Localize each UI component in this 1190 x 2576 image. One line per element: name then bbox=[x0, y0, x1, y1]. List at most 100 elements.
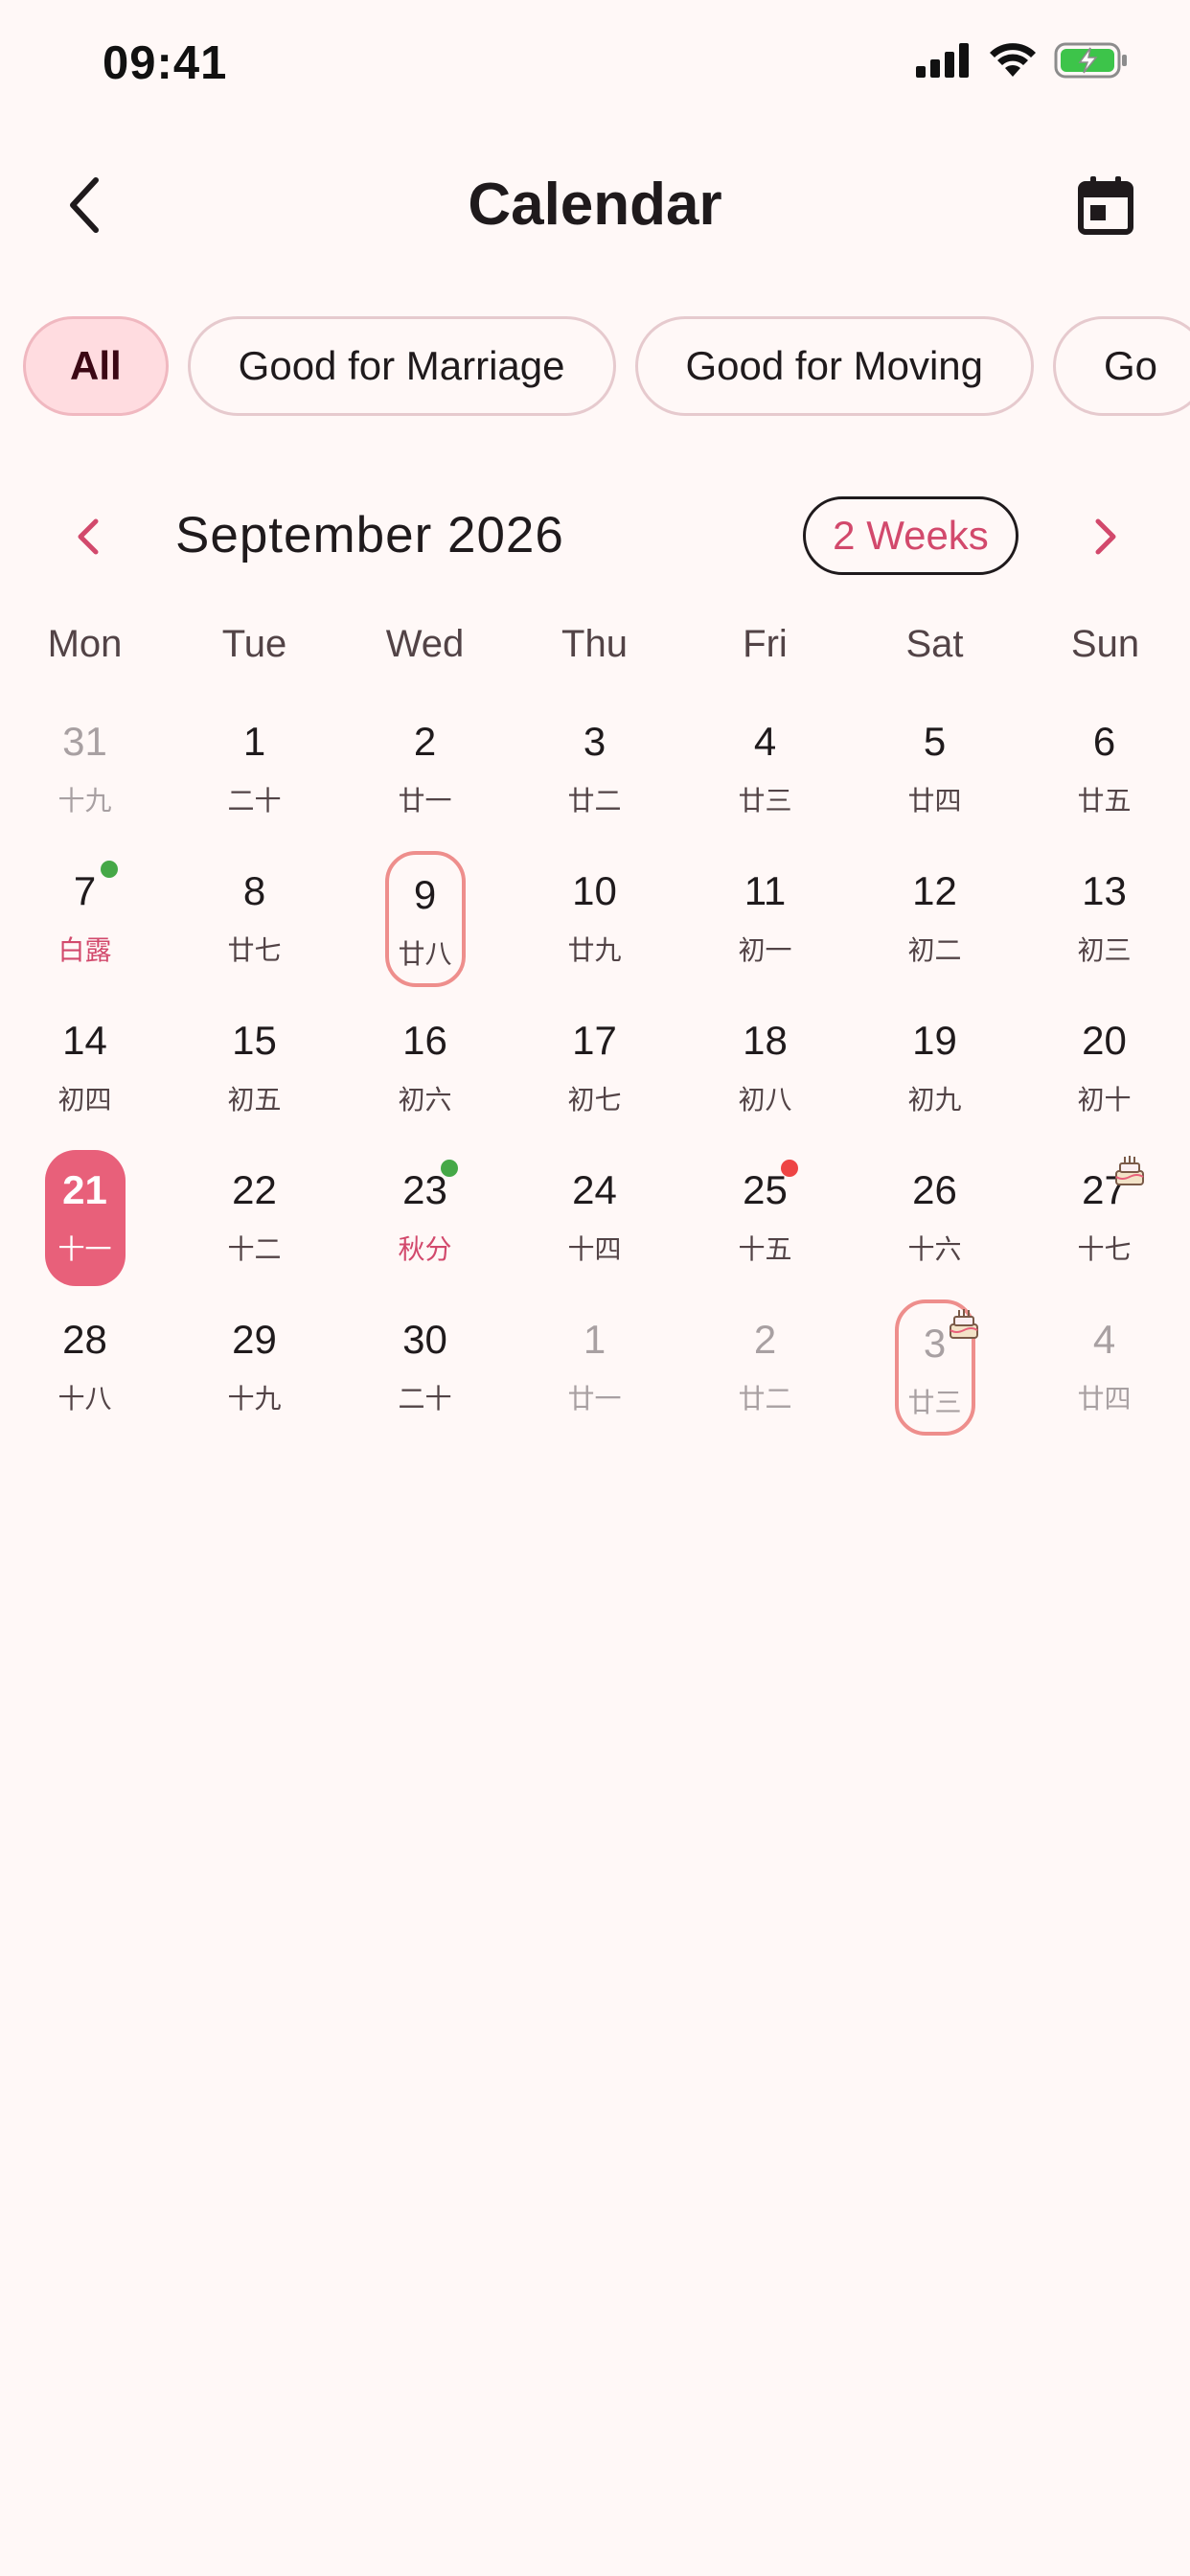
lunar-date: 初五 bbox=[227, 1085, 282, 1115]
day-number: 9 bbox=[413, 872, 437, 917]
calendar-day[interactable]: 3 廿二 bbox=[510, 680, 679, 830]
day-number: 8 bbox=[242, 868, 266, 913]
next-month-button[interactable] bbox=[1071, 502, 1140, 571]
calendar-day[interactable]: 13 初三 bbox=[1019, 830, 1189, 979]
lunar-date: 廿八 bbox=[398, 939, 452, 969]
calendar-day[interactable]: 2 廿二 bbox=[680, 1278, 850, 1428]
calendar-day[interactable]: 20 初十 bbox=[1019, 979, 1189, 1129]
lunar-date: 廿一 bbox=[567, 1384, 622, 1414]
calendar-day[interactable]: 23 秋分 bbox=[340, 1129, 510, 1278]
calendar-day[interactable]: 1 二十 bbox=[170, 680, 339, 830]
weekday-header: Mon Tue Wed Thu Fri Sat Sun bbox=[0, 623, 1190, 680]
calendar-day[interactable]: 10 廿九 bbox=[510, 830, 679, 979]
filter-chip-all[interactable]: All bbox=[23, 316, 169, 416]
calendar-today-button[interactable] bbox=[1067, 167, 1144, 243]
day-cell-frame: 11 初一 bbox=[725, 851, 806, 987]
event-dot-green bbox=[100, 861, 118, 878]
day-number: 3 bbox=[583, 719, 606, 764]
filter-chip-good-for-moving[interactable]: Good for Moving bbox=[634, 316, 1034, 416]
calendar-day[interactable]: 19 初九 bbox=[850, 979, 1019, 1129]
day-cell-frame: 13 初三 bbox=[1064, 851, 1145, 987]
day-number: 28 bbox=[62, 1317, 107, 1362]
calendar-day[interactable]: 30 二十 bbox=[340, 1278, 510, 1428]
lunar-date: 廿三 bbox=[907, 1388, 962, 1417]
lunar-date: 二十 bbox=[398, 1384, 452, 1414]
birthday-cake-icon bbox=[1112, 1154, 1147, 1188]
calendar-day[interactable]: 18 初八 bbox=[680, 979, 850, 1129]
lunar-date: 初六 bbox=[398, 1085, 452, 1115]
lunar-date: 廿二 bbox=[738, 1384, 792, 1414]
calendar-day[interactable]: 1 廿一 bbox=[510, 1278, 679, 1428]
calendar-day[interactable]: 7 白露 bbox=[0, 830, 170, 979]
calendar-day[interactable]: 29 十九 bbox=[170, 1278, 339, 1428]
calendar-day[interactable]: 11 初一 bbox=[680, 830, 850, 979]
lunar-date: 初二 bbox=[907, 935, 962, 965]
day-cell-frame: 28 十八 bbox=[45, 1300, 126, 1436]
lunar-date: 廿九 bbox=[567, 935, 622, 965]
day-cell-frame: 2 廿二 bbox=[725, 1300, 806, 1436]
day-cell-frame: 14 初四 bbox=[45, 1000, 126, 1137]
day-cell-frame: 8 廿七 bbox=[215, 851, 295, 987]
day-cell-frame: 23 秋分 bbox=[385, 1150, 466, 1286]
day-number: 29 bbox=[232, 1317, 277, 1362]
calendar-day[interactable]: 27 十七 bbox=[1019, 1129, 1189, 1278]
day-cell-frame: 27 十七 bbox=[1064, 1150, 1145, 1286]
previous-month-button[interactable] bbox=[54, 502, 123, 571]
calendar-day[interactable]: 24 十四 bbox=[510, 1129, 679, 1278]
filter-chip-good-for-marriage[interactable]: Good for Marriage bbox=[187, 316, 616, 416]
status-bar: 09:41 bbox=[0, 0, 1190, 134]
weekday-label: Wed bbox=[385, 623, 465, 665]
calendar-day[interactable]: 4 廿四 bbox=[1019, 1278, 1189, 1428]
calendar-day[interactable]: 2 廿一 bbox=[340, 680, 510, 830]
solar-term-label: 秋分 bbox=[398, 1234, 452, 1264]
day-cell-frame: 24 十四 bbox=[555, 1150, 635, 1286]
calendar-day[interactable]: 3 廿三 bbox=[850, 1278, 1019, 1436]
calendar-day[interactable]: 15 初五 bbox=[170, 979, 339, 1129]
calendar-day[interactable]: 4 廿三 bbox=[680, 680, 850, 830]
calendar-day[interactable]: 9 廿八 bbox=[340, 830, 510, 987]
day-cell-frame: 6 廿五 bbox=[1064, 702, 1145, 838]
calendar-day[interactable]: 17 初七 bbox=[510, 979, 679, 1129]
lunar-date: 初七 bbox=[567, 1085, 622, 1115]
view-range-toggle[interactable]: 2 Weeks bbox=[803, 496, 1018, 575]
day-cell-frame: 12 初二 bbox=[895, 851, 975, 987]
calendar-day[interactable]: 6 廿五 bbox=[1019, 680, 1189, 830]
lunar-date: 初十 bbox=[1077, 1085, 1132, 1115]
calendar-icon bbox=[1078, 176, 1133, 235]
weekday-label: Thu bbox=[561, 623, 628, 665]
day-number: 12 bbox=[912, 868, 957, 913]
lunar-date: 廿五 bbox=[1077, 786, 1132, 816]
calendar-day[interactable]: 31 十九 bbox=[0, 680, 170, 830]
day-cell-frame: 5 廿四 bbox=[895, 702, 975, 838]
calendar-day[interactable]: 5 廿四 bbox=[850, 680, 1019, 830]
weekday-label: Sun bbox=[1070, 623, 1140, 665]
day-cell-frame: 2 廿一 bbox=[385, 702, 466, 838]
month-navigation: September 2026 2 Weeks bbox=[0, 489, 1190, 585]
battery-charging-icon bbox=[1054, 42, 1127, 79]
filter-chip-truncated[interactable]: Go bbox=[1053, 316, 1190, 416]
calendar-day[interactable]: 26 十六 bbox=[850, 1129, 1019, 1278]
calendar-day-today[interactable]: 21 十一 bbox=[0, 1129, 170, 1286]
calendar-day[interactable]: 8 廿七 bbox=[170, 830, 339, 979]
lunar-date: 初三 bbox=[1077, 935, 1132, 965]
calendar-day[interactable]: 16 初六 bbox=[340, 979, 510, 1129]
day-cell-frame: 7 白露 bbox=[45, 851, 126, 987]
day-number: 15 bbox=[232, 1018, 277, 1063]
calendar-day[interactable]: 14 初四 bbox=[0, 979, 170, 1129]
calendar-day[interactable]: 25 十五 bbox=[680, 1129, 850, 1278]
lunar-date: 廿一 bbox=[398, 786, 452, 816]
day-cell-frame: 21 十一 bbox=[44, 1150, 126, 1286]
day-cell-frame: 10 廿九 bbox=[555, 851, 635, 987]
calendar-day[interactable]: 12 初二 bbox=[850, 830, 1019, 979]
calendar-day[interactable]: 28 十八 bbox=[0, 1278, 170, 1428]
lunar-date: 廿二 bbox=[567, 786, 622, 816]
day-number: 2 bbox=[413, 719, 437, 764]
weekday-label: Mon bbox=[47, 623, 123, 665]
day-number: 14 bbox=[62, 1018, 107, 1063]
day-cell-frame: 15 初五 bbox=[215, 1000, 295, 1137]
day-number: 11 bbox=[744, 868, 787, 913]
calendar-day[interactable]: 22 十二 bbox=[170, 1129, 339, 1278]
day-number: 13 bbox=[1082, 868, 1127, 913]
day-cell-frame: 1 廿一 bbox=[555, 1300, 635, 1436]
day-cell-frame: 22 十二 bbox=[215, 1150, 295, 1286]
